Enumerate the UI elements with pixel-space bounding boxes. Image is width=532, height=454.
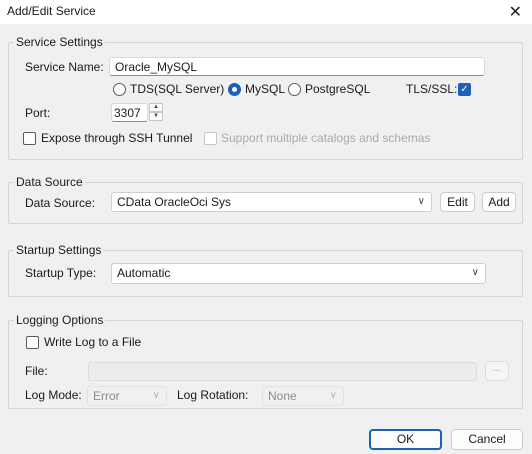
write-log-label: Write Log to a File — [44, 335, 142, 349]
startup-settings-legend: Startup Settings — [14, 243, 104, 257]
port-label: Port: — [25, 106, 51, 120]
file-path-input — [88, 362, 477, 381]
log-rotation-label: Log Rotation: — [177, 388, 249, 402]
chevron-down-icon: ∨ — [417, 196, 425, 207]
service-name-label: Service Name: — [25, 60, 104, 74]
title-bar: Add/Edit Service ✕ — [0, 0, 532, 24]
checkmark-icon: ✓ — [460, 84, 469, 95]
spin-up-icon[interactable]: ▲ — [149, 103, 163, 112]
ok-button[interactable]: OK — [369, 429, 442, 450]
radio-tds-label: TDS(SQL Server) — [130, 82, 225, 96]
ssh-tunnel-checkbox[interactable] — [23, 132, 36, 145]
cancel-button[interactable]: Cancel — [451, 429, 523, 450]
logging-options-legend: Logging Options — [14, 313, 106, 327]
service-name-input[interactable]: Oracle_MySQL — [109, 57, 485, 76]
browse-button: ... — [485, 361, 509, 381]
add-button[interactable]: Add — [482, 192, 516, 212]
spin-down-icon[interactable]: ▼ — [149, 112, 163, 121]
close-icon[interactable]: ✕ — [509, 2, 522, 22]
multi-catalog-checkbox — [204, 132, 217, 145]
edit-button[interactable]: Edit — [440, 192, 475, 212]
chevron-down-icon: ∨ — [471, 267, 479, 278]
chevron-down-icon: ∨ — [329, 390, 337, 401]
radio-postgresql-label: PostgreSQL — [305, 82, 371, 96]
log-mode-value: Error — [93, 389, 120, 403]
startup-type-label: Startup Type: — [25, 266, 97, 280]
startup-type-select[interactable]: Automatic ∨ — [111, 263, 486, 284]
data-source-legend: Data Source — [14, 175, 85, 189]
tls-ssl-checkbox[interactable]: ✓ — [458, 83, 471, 96]
file-label: File: — [25, 364, 48, 378]
tls-ssl-label: TLS/SSL: — [406, 82, 458, 96]
radio-mysql[interactable] — [228, 83, 241, 96]
log-rotation-select: None ∨ — [262, 386, 344, 406]
log-mode-select: Error ∨ — [87, 386, 167, 406]
port-input[interactable]: 3307 — [111, 103, 148, 122]
radio-postgresql[interactable] — [288, 83, 301, 96]
multi-catalog-label: Support multiple catalogs and schemas — [221, 131, 431, 145]
window-title: Add/Edit Service — [7, 4, 96, 18]
service-settings-legend: Service Settings — [14, 35, 105, 49]
log-mode-label: Log Mode: — [25, 388, 82, 402]
data-source-value: CData OracleOci Sys — [117, 195, 232, 209]
startup-type-value: Automatic — [117, 266, 171, 280]
log-rotation-value: None — [268, 389, 297, 403]
write-log-checkbox[interactable] — [26, 336, 39, 349]
radio-tds-sql-server[interactable] — [113, 83, 126, 96]
chevron-down-icon: ∨ — [152, 390, 160, 401]
data-source-select[interactable]: CData OracleOci Sys ∨ — [111, 192, 432, 212]
ssh-tunnel-label: Expose through SSH Tunnel — [41, 131, 193, 145]
data-source-label: Data Source: — [25, 196, 96, 210]
radio-mysql-label: MySQL — [245, 82, 286, 96]
